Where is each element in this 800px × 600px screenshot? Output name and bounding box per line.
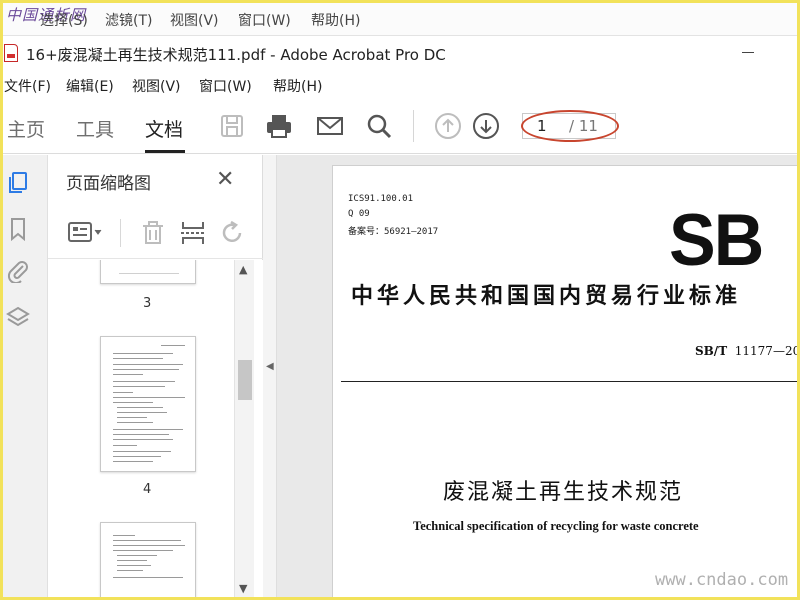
menu-help[interactable]: 帮助(H): [273, 76, 322, 96]
document-title-en: Technical specification of recycling for…: [413, 519, 699, 533]
insert-page-icon[interactable]: [180, 220, 206, 246]
close-icon[interactable]: ✕: [216, 167, 234, 192]
window-title: 16+废混凝土再生技术规范111.pdf - Adobe Acrobat Pro…: [26, 46, 446, 64]
standard-title: 中华人民共和国国内贸易行业标准: [351, 284, 742, 309]
menu-window[interactable]: 窗口(W): [199, 76, 252, 96]
scroll-down-icon[interactable]: ▼: [239, 582, 247, 595]
sb-logo: SB: [669, 199, 764, 281]
toolbar-separator: [413, 110, 414, 142]
scroll-up-icon[interactable]: ▲: [239, 263, 247, 276]
outer-menu-window[interactable]: 窗口(W): [238, 10, 291, 30]
tab-home[interactable]: 主页: [7, 115, 45, 142]
main-toolbar: 主页 工具 文档 1 / 11: [0, 98, 800, 154]
delete-icon[interactable]: [140, 220, 166, 246]
menu-file[interactable]: 文件(F): [4, 76, 51, 96]
panel-splitter[interactable]: ◀: [263, 155, 277, 600]
save-icon[interactable]: [218, 112, 246, 140]
thumbnail-page-3[interactable]: [100, 260, 196, 284]
print-icon[interactable]: [265, 112, 293, 140]
thumbnail-label-3: 3: [143, 296, 152, 311]
layers-icon[interactable]: [6, 305, 30, 329]
next-page-icon[interactable]: [472, 112, 500, 140]
attachment-icon[interactable]: [6, 259, 30, 283]
tab-tools[interactable]: 工具: [76, 115, 114, 142]
app-menubar: 文件(F) 编辑(E) 视图(V) 窗口(W) 帮助(H): [0, 70, 800, 98]
outer-menu-filter[interactable]: 滤镜(T): [105, 10, 152, 30]
site-watermark: www.cndao.com: [655, 570, 789, 590]
outer-menu-select[interactable]: 选择(S): [40, 10, 88, 30]
bookmark-icon[interactable]: [6, 217, 30, 241]
standard-code: 11177—2017: [734, 344, 800, 358]
email-icon[interactable]: [316, 112, 344, 140]
menu-view[interactable]: 视图(V): [132, 76, 181, 96]
outer-menu-help[interactable]: 帮助(H): [311, 10, 360, 30]
record-number: 备案号：56921—2017: [348, 227, 439, 237]
search-icon[interactable]: [365, 112, 393, 140]
annotation-ellipse: [521, 110, 619, 142]
standard-prefix: SB/T: [695, 344, 728, 358]
page-thumbnails-icon[interactable]: [6, 171, 30, 195]
options-menu-icon[interactable]: [68, 220, 104, 246]
pdf-file-icon: [4, 44, 18, 62]
document-page: ICS91.100.01 Q 09 备案号：56921—2017 SB 中华人民…: [332, 165, 800, 600]
prev-page-icon[interactable]: [434, 112, 462, 140]
document-title-cn: 废混凝土再生技术规范: [443, 480, 684, 505]
collapse-panel-icon[interactable]: ◀: [266, 361, 274, 372]
header-rule: [341, 381, 800, 382]
thumbnail-label-4: 4: [143, 482, 152, 497]
standard-number: SB/T 11177—2017: [695, 344, 800, 358]
panel-title: 页面缩略图: [66, 174, 151, 194]
rotate-icon[interactable]: [220, 220, 246, 246]
navigation-rail: [0, 155, 48, 600]
outer-menu-view[interactable]: 视图(V): [170, 10, 219, 30]
menu-edit[interactable]: 编辑(E): [66, 76, 114, 96]
thumbnail-list: 3 4 ▲ ▼: [48, 260, 263, 600]
active-tab-indicator: [145, 150, 185, 153]
thumbnail-scrollbar[interactable]: ▲ ▼: [234, 260, 254, 600]
thumbnail-toolbar-separator: [120, 219, 121, 247]
thumbnail-page-5[interactable]: [100, 522, 196, 600]
document-view: ICS91.100.01 Q 09 备案号：56921—2017 SB 中华人民…: [277, 155, 800, 600]
thumbnails-panel: 页面缩略图 ✕ 3 4 ▲ ▼: [48, 155, 263, 600]
tab-document[interactable]: 文档: [145, 115, 183, 142]
scrollbar-thumb[interactable]: [238, 360, 252, 400]
q-code: Q 09: [348, 209, 370, 219]
title-bar: 16+废混凝土再生技术规范111.pdf - Adobe Acrobat Pro…: [0, 36, 800, 70]
thumbnail-toolbar: [48, 207, 263, 259]
ics-code: ICS91.100.01: [348, 194, 414, 204]
minimize-button[interactable]: [742, 52, 754, 53]
outer-menubar: 中国通析网 选择(S) 滤镜(T) 视图(V) 窗口(W) 帮助(H): [0, 0, 800, 36]
thumbnail-page-4[interactable]: [100, 336, 196, 472]
